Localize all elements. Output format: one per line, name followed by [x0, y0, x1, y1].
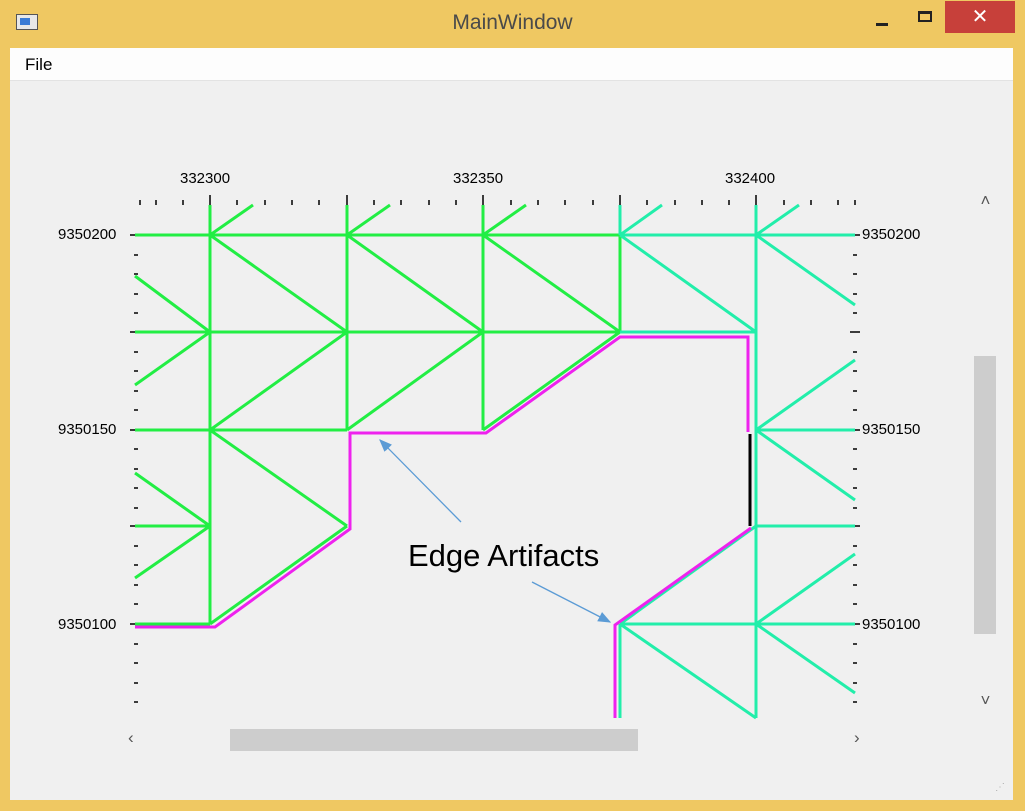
scroll-right-icon[interactable]: › — [854, 728, 860, 748]
resize-grip-icon[interactable]: ⋰ — [995, 782, 1007, 794]
left-ruler-ticks — [130, 234, 140, 703]
client-area: File 332300 332350 332400 9350200 935015… — [10, 48, 1013, 800]
main-window: MainWindow ✕ File 332300 332350 332400 9… — [0, 0, 1025, 811]
scroll-down-icon[interactable]: ˅ — [972, 691, 999, 711]
minimize-button[interactable] — [866, 2, 898, 36]
close-button[interactable]: ✕ — [945, 1, 1015, 33]
top-ruler-ticks — [139, 195, 856, 205]
mesh-teal — [618, 203, 856, 720]
mesh-plot[interactable] — [10, 48, 1013, 800]
scroll-up-icon[interactable]: ˄ — [972, 191, 999, 211]
annotation-label: Edge Artifacts — [408, 538, 600, 573]
annotation-arrow — [379, 439, 462, 523]
annotation-arrow — [531, 581, 612, 623]
right-ruler-ticks — [850, 234, 860, 703]
title-bar[interactable]: MainWindow ✕ — [0, 0, 1025, 48]
vertical-scrollbar[interactable]: ˄ ˅ — [972, 189, 999, 716]
edge-artifacts — [135, 335, 752, 718]
vertical-scroll-thumb[interactable] — [974, 356, 996, 634]
scroll-left-icon[interactable]: ‹ — [128, 728, 134, 748]
maximize-button[interactable] — [909, 2, 941, 36]
horizontal-scrollbar[interactable]: ‹ › — [122, 726, 868, 753]
horizontal-scroll-thumb[interactable] — [230, 729, 638, 751]
